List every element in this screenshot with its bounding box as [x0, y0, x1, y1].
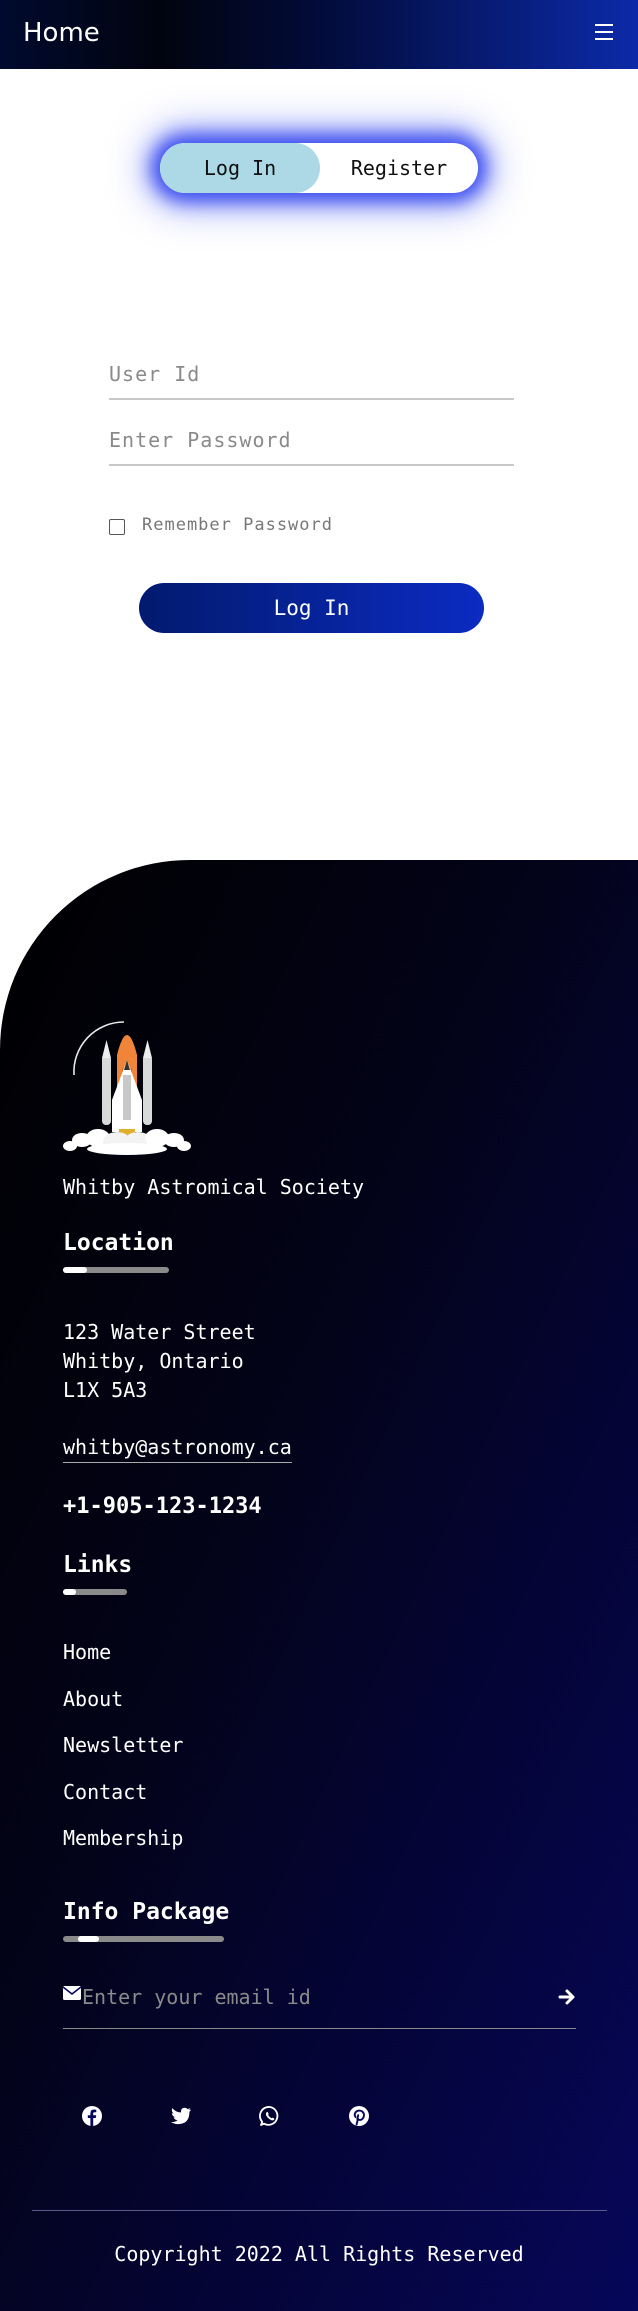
info-package-form	[63, 1980, 576, 2029]
whatsapp-icon[interactable]	[259, 2105, 281, 2127]
contact-phone: +1-905-123-1234	[63, 1494, 262, 1519]
address-line: L1X 5A3	[63, 1378, 148, 1402]
remember-password-checkbox[interactable]	[109, 519, 125, 535]
copyright-text: Copyright 2022 All Rights Reserved	[114, 2242, 524, 2266]
pinterest-icon[interactable]	[348, 2105, 370, 2127]
location-heading-underline	[63, 1267, 169, 1273]
password-field	[109, 420, 514, 466]
auth-toggle: Log In Register	[160, 143, 478, 193]
space-shuttle-launch-icon	[63, 1021, 191, 1155]
remember-password-label: Remember Password	[142, 515, 333, 535]
footer-link-contact[interactable]: Contact	[63, 1780, 147, 1804]
envelope-icon	[63, 1986, 81, 2000]
facebook-icon[interactable]	[81, 2105, 103, 2127]
info-package-heading: Info Package	[63, 1899, 230, 1925]
footer-link-about[interactable]: About	[63, 1687, 123, 1711]
top-navbar: Home	[0, 0, 638, 69]
login-tab[interactable]: Log In	[160, 143, 320, 193]
user-id-field	[109, 354, 514, 400]
register-tab[interactable]: Register	[320, 143, 478, 193]
footer-link-membership[interactable]: Membership	[63, 1826, 183, 1850]
info-package-email-input[interactable]	[82, 1980, 522, 2014]
home-brand-link[interactable]: Home	[23, 18, 100, 48]
password-input[interactable]	[109, 420, 514, 460]
login-submit-button[interactable]: Log In	[139, 583, 484, 633]
links-heading-underline	[63, 1589, 127, 1595]
hamburger-menu-icon[interactable]	[595, 24, 613, 40]
address-line: 123 Water Street	[63, 1320, 256, 1344]
organization-name: Whitby Astromical Society	[63, 1175, 365, 1199]
footer-link-newsletter[interactable]: Newsletter	[63, 1733, 183, 1757]
footer-divider	[32, 2210, 607, 2211]
arrow-right-icon[interactable]	[558, 1988, 576, 2006]
location-heading: Location	[63, 1230, 174, 1256]
links-heading: Links	[63, 1552, 133, 1578]
address-block: 123 Water Street Whitby, Ontario L1X 5A3	[63, 1318, 256, 1405]
twitter-icon[interactable]	[170, 2105, 192, 2127]
contact-email-link[interactable]: whitby@astronomy.ca	[63, 1435, 292, 1463]
footer-link-home[interactable]: Home	[63, 1640, 111, 1664]
info-package-heading-underline	[63, 1936, 224, 1942]
user-id-input[interactable]	[109, 354, 514, 394]
address-line: Whitby, Ontario	[63, 1349, 244, 1373]
